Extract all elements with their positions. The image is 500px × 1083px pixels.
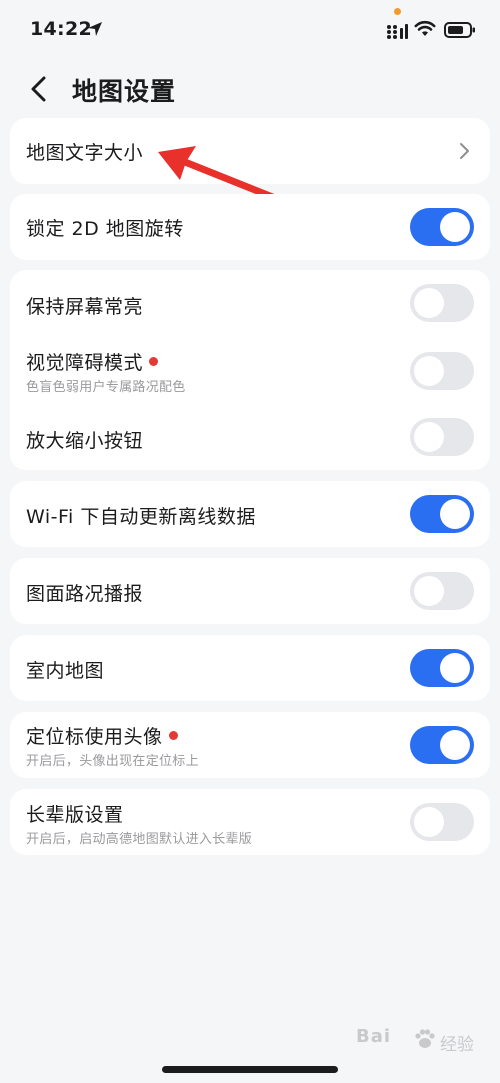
wifi-icon <box>414 20 436 36</box>
setting-label: 长辈版设置 <box>26 804 124 826</box>
status-time: 14:22 <box>30 18 92 40</box>
setting-label: 室内地图 <box>26 660 105 682</box>
toggle-knob <box>440 653 470 683</box>
setting-label: 视觉障碍模式 <box>26 348 159 375</box>
paw-icon <box>415 1029 435 1048</box>
wifi-update-toggle[interactable] <box>410 495 474 533</box>
setting-label: 地图文字大小 <box>26 142 144 164</box>
vision-mode-label: 视觉障碍模式 <box>26 352 144 374</box>
chevron-right-icon <box>460 143 469 159</box>
setting-label: 定位标使用头像 <box>26 722 178 749</box>
settings-card-traffic: 图面路况播报 <box>10 558 490 624</box>
setting-label: Wi-Fi 下自动更新离线数据 <box>26 506 256 528</box>
settings-card-lock-2d: 锁定 2D 地图旋转 <box>10 194 490 260</box>
toggle-knob <box>440 499 470 529</box>
settings-card-indoor: 室内地图 <box>10 635 490 701</box>
setting-row-indoor-map: 室内地图 <box>10 635 490 701</box>
setting-row-elder-mode: 长辈版设置 开启后，启动高德地图默认进入长辈版 <box>10 789 490 855</box>
keep-screen-on-toggle[interactable] <box>410 284 474 322</box>
setting-row-lock-2d: 锁定 2D 地图旋转 <box>10 194 490 260</box>
toggle-knob <box>414 807 444 837</box>
setting-row-wifi-update: Wi-Fi 下自动更新离线数据 <box>10 481 490 547</box>
toggle-knob <box>414 576 444 606</box>
avatar-marker-toggle[interactable] <box>410 726 474 764</box>
toggle-knob <box>440 212 470 242</box>
back-icon[interactable] <box>26 74 52 104</box>
setting-sublabel: 开启后，头像出现在定位标上 <box>26 754 199 769</box>
location-arrow-icon <box>88 22 102 36</box>
settings-card-wifi: Wi-Fi 下自动更新离线数据 <box>10 481 490 547</box>
toggle-knob <box>414 422 444 452</box>
new-badge-dot <box>168 731 178 740</box>
toggle-knob <box>414 356 444 386</box>
cellular-signal-icon <box>387 24 408 39</box>
setting-row-keep-screen-on: 保持屏幕常亮 <box>10 270 490 336</box>
privacy-indicator-dot <box>394 8 401 15</box>
vision-mode-toggle[interactable] <box>410 352 474 390</box>
avatar-marker-label: 定位标使用头像 <box>26 726 163 748</box>
settings-card-elder: 长辈版设置 开启后，启动高德地图默认进入长辈版 <box>10 789 490 855</box>
setting-row-vision-mode: 视觉障碍模式 色盲色弱用户专属路况配色 <box>10 336 490 404</box>
home-indicator <box>162 1066 338 1073</box>
zoom-buttons-toggle[interactable] <box>410 418 474 456</box>
nav-bar: 地图设置 <box>0 62 500 118</box>
new-badge-dot <box>149 357 159 366</box>
indoor-map-toggle[interactable] <box>410 649 474 687</box>
setting-label: 放大缩小按钮 <box>26 430 144 452</box>
settings-card-avatar: 定位标使用头像 开启后，头像出现在定位标上 <box>10 712 490 778</box>
setting-row-traffic-broadcast: 图面路况播报 <box>10 558 490 624</box>
toggle-knob <box>414 288 444 318</box>
setting-label: 图面路况播报 <box>26 583 144 605</box>
setting-sublabel: 色盲色弱用户专属路况配色 <box>26 380 186 395</box>
status-bar: 14:22 <box>0 0 500 62</box>
setting-row-avatar-marker: 定位标使用头像 开启后，头像出现在定位标上 <box>10 712 490 778</box>
page-title: 地图设置 <box>72 77 177 106</box>
traffic-broadcast-toggle[interactable] <box>410 572 474 610</box>
elder-mode-toggle[interactable] <box>410 803 474 841</box>
watermark-suffix: 经验 <box>440 1035 474 1055</box>
watermark-brand: Bai <box>356 1026 392 1047</box>
setting-sublabel: 开启后，启动高德地图默认进入长辈版 <box>26 832 253 847</box>
setting-label: 保持屏幕常亮 <box>26 296 144 318</box>
lock-2d-toggle[interactable] <box>410 208 474 246</box>
setting-label: 锁定 2D 地图旋转 <box>26 218 184 240</box>
toggle-knob <box>440 730 470 760</box>
battery-icon <box>444 22 475 38</box>
setting-row-zoom-buttons: 放大缩小按钮 <box>10 404 490 470</box>
settings-card-display: 保持屏幕常亮 视觉障碍模式 色盲色弱用户专属路况配色 放大缩小按钮 <box>10 270 490 470</box>
